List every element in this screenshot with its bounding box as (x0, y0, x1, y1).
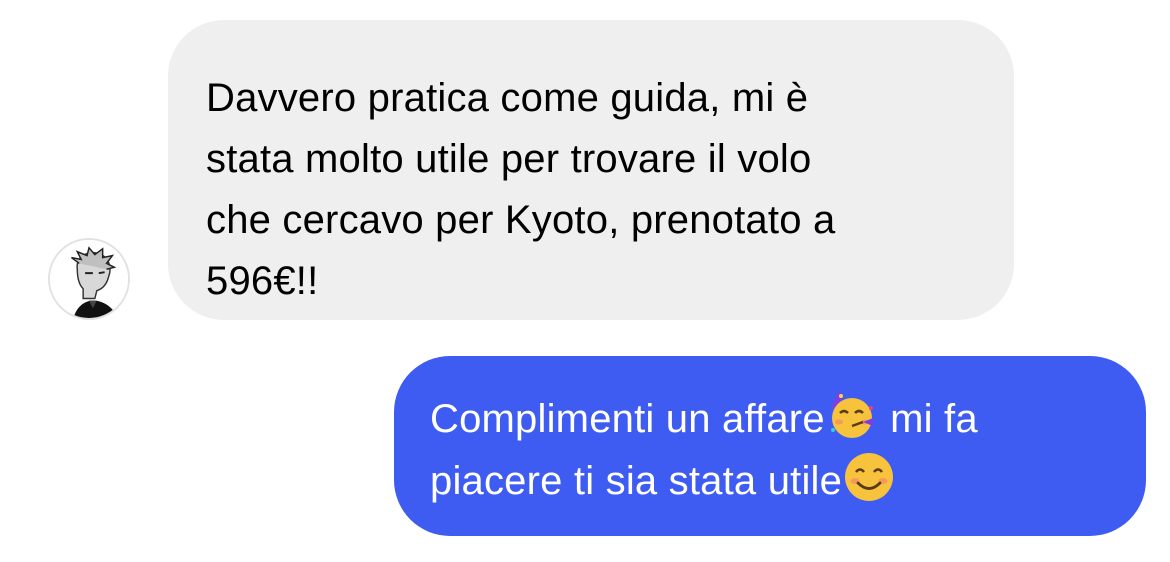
message-text-line: 596€!! (206, 259, 319, 303)
message-text-line: Davvero pratica come guida, mi è (206, 76, 809, 120)
outgoing-message-bubble[interactable]: Complimenti un affare mi fa piacere ti s… (394, 356, 1146, 536)
message-text-line: piacere ti sia stata utile (430, 450, 1122, 512)
message-text-line: che cercavo per Kyoto, prenotato a (206, 198, 836, 242)
avatar[interactable] (48, 238, 130, 320)
message-text-line: stata molto utile per trovare il volo (206, 137, 812, 181)
partying-face-emoji-icon (825, 388, 879, 442)
message-text-line: Complimenti un affare mi fa (430, 388, 1122, 450)
message-text-segment: mi fa (878, 397, 978, 441)
message-text-segment: Complimenti un affare (430, 397, 825, 441)
smiling-face-emoji-icon (842, 450, 896, 504)
incoming-message-bubble[interactable]: Davvero pratica come guida, mi è stata m… (168, 20, 1014, 320)
message-text-segment: piacere ti sia stata utile (430, 459, 843, 503)
